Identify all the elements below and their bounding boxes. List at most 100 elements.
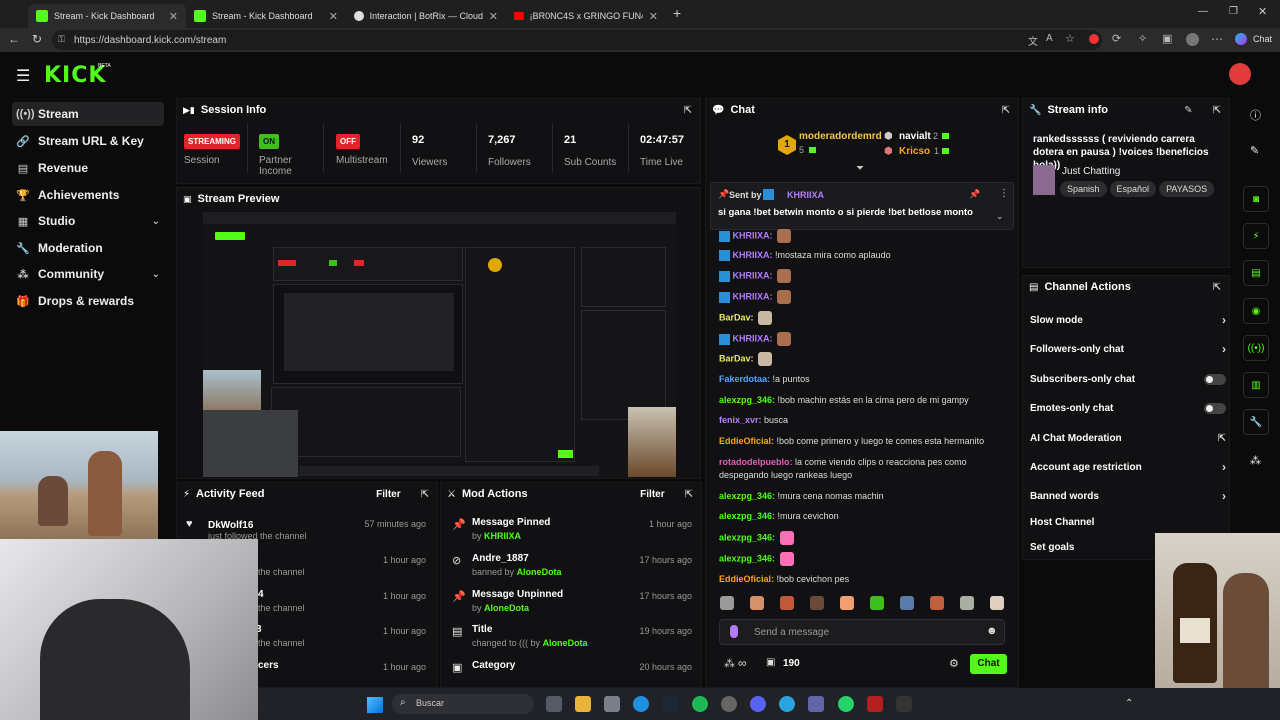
refresh-extension-icon[interactable]: ⟳ (1112, 32, 1121, 45)
copilot-icon[interactable] (1235, 33, 1247, 45)
browser-tab[interactable]: Interaction | BotRix — Cloud Strea ✕ (346, 4, 506, 28)
edit-icon[interactable]: ✎ (1184, 105, 1192, 116)
app-icon[interactable] (896, 696, 912, 712)
emote-icon[interactable] (840, 596, 854, 610)
action-account-age[interactable]: Account age restriction › (1030, 456, 1226, 478)
chat-username[interactable]: KHRIIXA: (733, 291, 773, 301)
emote-icon[interactable] (870, 596, 884, 610)
close-icon[interactable]: ✕ (649, 10, 658, 23)
favorites-bar-icon[interactable]: ✧ (1138, 32, 1147, 45)
profile-icon[interactable] (1186, 33, 1199, 46)
sidebar-item-studio[interactable]: ▦ Studio ⌄ (12, 209, 164, 233)
translate-icon[interactable]: 文 (1028, 33, 1038, 48)
tag[interactable]: PAYASOS (1159, 181, 1215, 197)
info-icon[interactable]: ⓘ (1250, 107, 1261, 123)
extension-icon[interactable] (1089, 34, 1099, 44)
action-subscribers-only[interactable]: Subscribers-only chat (1030, 368, 1226, 390)
chat-username[interactable]: alexzpg_346: (719, 553, 775, 563)
url-field[interactable]: ⚿ https://dashboard.kick.com/stream (52, 30, 1102, 50)
teams-icon[interactable] (808, 696, 824, 712)
pinned-user[interactable]: KHRIIXA (787, 190, 824, 200)
chat-username[interactable]: EddieOficial: (719, 574, 774, 584)
activity-user[interactable]: DkWolf16 (208, 520, 253, 531)
action-ai-moderation[interactable]: AI Chat Moderation ⇱ (1030, 427, 1226, 449)
mod-action-user[interactable]: KHRIIXA (484, 531, 521, 541)
app-icon[interactable] (721, 696, 737, 712)
stream-category[interactable]: Just Chatting (1062, 166, 1120, 177)
chat-username[interactable]: alexzpg_346: (719, 511, 775, 521)
action-host-channel[interactable]: Host Channel (1030, 511, 1226, 533)
clip-icon[interactable]: ◙ (1243, 186, 1269, 212)
chat-username[interactable]: BarDav: (719, 353, 754, 363)
task-view-icon[interactable] (546, 696, 562, 712)
microphone-icon[interactable] (730, 625, 738, 638)
chat-username[interactable]: alexzpg_346: (719, 491, 775, 501)
tray-chevron-icon[interactable]: ⌃ (1125, 698, 1133, 709)
chat-username[interactable]: KHRIIXA: (733, 270, 773, 280)
maximize-icon[interactable]: ❐ (1229, 6, 1238, 17)
top-gifter-name[interactable]: moderadordemrd (799, 131, 882, 142)
sidebar-item-revenue[interactable]: ▤ Revenue (12, 156, 164, 180)
lightning-icon[interactable]: ⚡ (1243, 223, 1269, 249)
windows-start-icon[interactable] (367, 697, 383, 713)
infinity-icon[interactable]: ∞ (738, 656, 747, 670)
file-explorer-icon[interactable] (575, 696, 591, 712)
mod-action-user[interactable]: AloneDota (543, 638, 588, 648)
sidebar-item-achievements[interactable]: 🏆 Achievements (12, 183, 164, 207)
popout-icon[interactable]: ⇱ (684, 105, 692, 116)
layout-icon[interactable]: ▥ (1243, 372, 1269, 398)
mod-action-user[interactable]: AloneDota (517, 567, 562, 577)
whatsapp-icon[interactable] (838, 696, 854, 712)
category-thumbnail[interactable] (1033, 165, 1055, 195)
document-icon[interactable]: ▤ (1243, 260, 1269, 286)
chat-username[interactable]: fenix_xvr: (719, 415, 762, 425)
pinned-message[interactable]: 📌 Sent by KHRIIXA 📌 ⋮ si gana !bet betwi… (710, 182, 1014, 230)
chat-username[interactable]: rotadodelpueblo: (719, 457, 793, 467)
chat-username[interactable]: EddieOficial: (719, 436, 774, 446)
sidebar-item-stream[interactable]: ((•)) Stream (12, 102, 164, 126)
popout-icon[interactable]: ⇱ (1213, 105, 1221, 116)
steam-icon[interactable] (662, 696, 678, 712)
popout-icon[interactable]: ⇱ (1213, 282, 1221, 293)
close-icon[interactable]: ✕ (329, 10, 338, 23)
emote-icon[interactable] (780, 596, 794, 610)
app-icon[interactable] (867, 696, 883, 712)
community-icon[interactable]: ⁂ (724, 657, 735, 670)
minimize-icon[interactable]: — (1198, 6, 1208, 17)
send-chat-button[interactable]: Chat (970, 654, 1007, 674)
settings-gear-icon[interactable]: ⚙ (949, 657, 959, 670)
tag[interactable]: Spanish (1060, 181, 1107, 197)
action-emotes-only[interactable]: Emotes-only chat (1030, 397, 1226, 419)
collections-icon[interactable]: ▣ (1162, 32, 1172, 45)
emote-icon[interactable] (960, 596, 974, 610)
mod-action-user[interactable]: AloneDota (484, 603, 529, 613)
popout-icon[interactable]: ⇱ (685, 489, 693, 500)
action-followers-only[interactable]: Followers-only chat › (1030, 338, 1226, 360)
emoji-icon[interactable]: ☻ (986, 625, 998, 637)
chat-username[interactable]: KHRIIXA: (733, 230, 773, 240)
chat-input[interactable]: Send a message ☻ (719, 619, 1005, 645)
emote-icon[interactable] (810, 596, 824, 610)
emote-icon[interactable] (720, 596, 734, 610)
emote-icon[interactable] (930, 596, 944, 610)
chevron-down-icon[interactable]: ⌄ (996, 211, 1004, 222)
pencil-icon[interactable]: ✎ (1250, 144, 1259, 157)
discord-icon[interactable] (750, 696, 766, 712)
chat-username[interactable]: alexzpg_346: (719, 532, 775, 542)
site-info-icon[interactable]: ⚿ (58, 34, 65, 45)
emote-icon[interactable] (990, 596, 1004, 610)
pin-icon[interactable]: 📌 (969, 189, 980, 200)
edge-icon[interactable] (633, 696, 649, 712)
chat-username[interactable]: alexzpg_346: (719, 395, 775, 405)
second-gifter-name[interactable]: navialt (899, 131, 931, 142)
subscribers-only-toggle[interactable] (1204, 373, 1226, 385)
sidebar-item-community[interactable]: ⁂ Community ⌄ (12, 262, 164, 286)
activity-user[interactable]: cers (258, 660, 279, 671)
menu-icon[interactable]: ☰ (16, 66, 30, 86)
app-icon[interactable] (604, 696, 620, 712)
sidebar-item-moderation[interactable]: 🔧 Moderation (12, 236, 164, 260)
mod-filter-button[interactable]: Filter (640, 489, 664, 500)
refresh-icon[interactable]: ↻ (32, 32, 42, 46)
chat-username[interactable]: BarDav: (719, 312, 754, 322)
read-aloud-icon[interactable]: A (1046, 33, 1053, 44)
